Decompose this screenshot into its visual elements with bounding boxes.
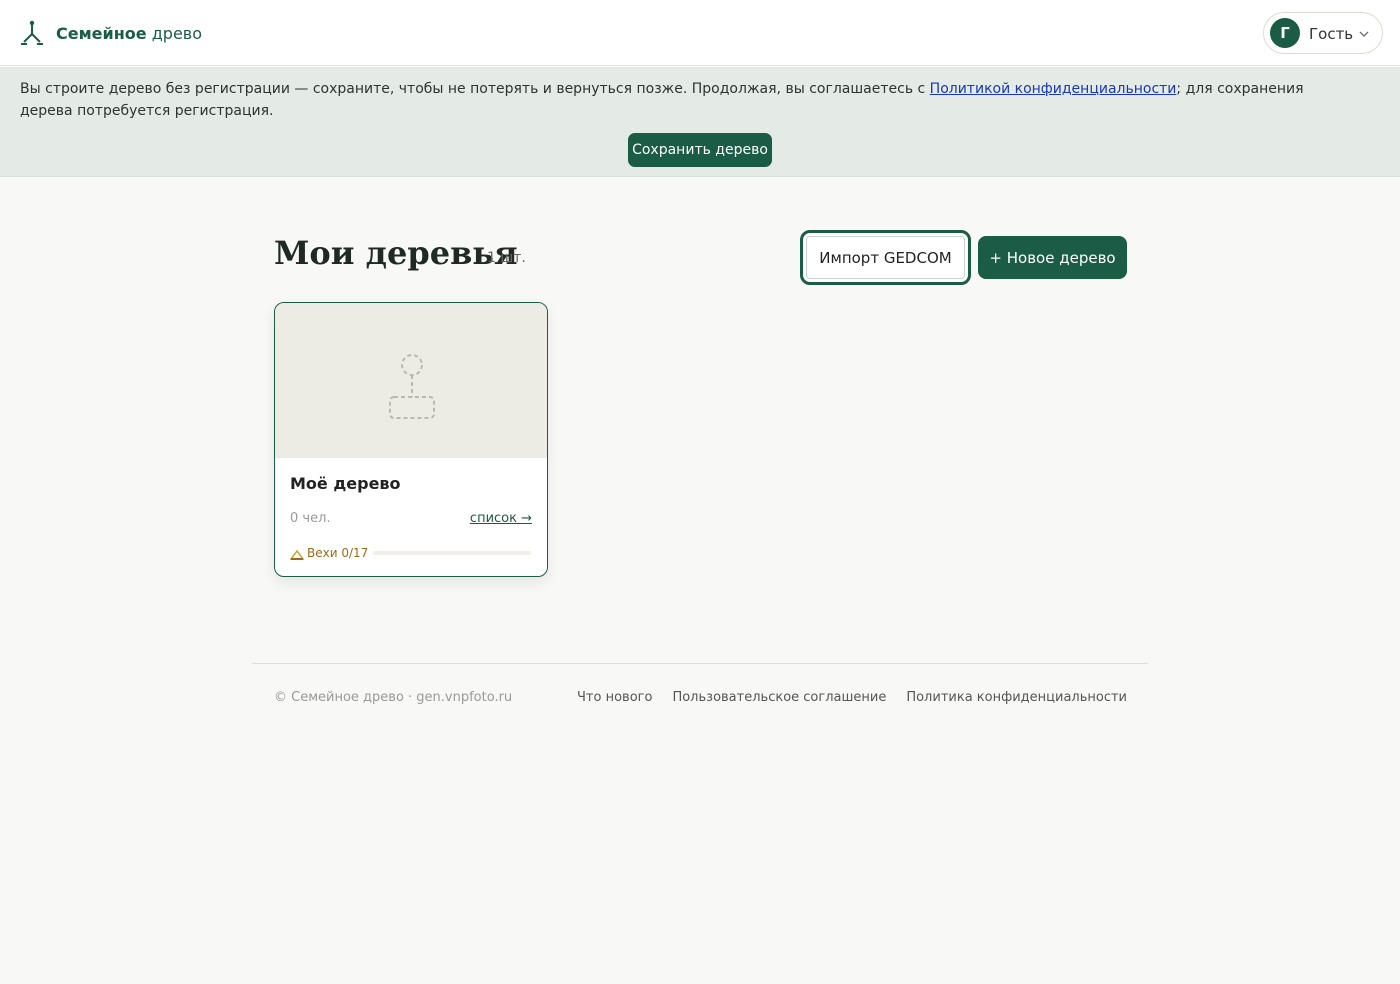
page-title: Мои деревья: [274, 234, 518, 272]
tree-logo-icon[interactable]: [20, 20, 44, 46]
save-tree-button[interactable]: Сохранить дерево: [628, 133, 772, 167]
footer-privacy-link[interactable]: Политика конфиденциальности: [906, 690, 1127, 705]
user-agreement-link[interactable]: Пользовательское соглашение: [672, 690, 886, 705]
tree-card[interactable]: Моё дерево 0 чел. список → Вехи 0/17: [274, 302, 548, 577]
tree-title[interactable]: Моё дерево: [290, 474, 401, 493]
import-gedcom-button[interactable]: Импорт GEDCOM: [800, 230, 971, 285]
app-logo-text[interactable]: Семейное древо: [56, 24, 202, 43]
tree-list-link[interactable]: список →: [470, 511, 532, 526]
milestones-progress-bar: [373, 551, 531, 555]
chevron-down-icon: [1359, 31, 1369, 38]
privacy-policy-link[interactable]: Политикой конфиденциальности: [930, 81, 1177, 97]
new-tree-button[interactable]: + Новое дерево: [978, 236, 1127, 279]
guest-notice-banner: Вы строите дерево без регистрации — сохр…: [0, 67, 1400, 177]
footer-copyright: © Семейное древо · gen.vnpfoto.ru: [274, 690, 513, 705]
whats-new-link[interactable]: Что нового: [577, 690, 652, 705]
milestone-icon: [290, 549, 304, 560]
banner-text: Вы строите дерево без регистрации — сохр…: [20, 81, 1304, 119]
empty-tree-placeholder-icon: [389, 354, 435, 419]
milestones-label: Вехи 0/17: [307, 546, 369, 560]
footer-divider: [252, 663, 1148, 664]
tree-people-count: 0 чел.: [290, 511, 331, 526]
tree-count: 1 шт.: [487, 250, 526, 266]
tree-preview: [275, 303, 547, 458]
footer-links: Что нового Пользовательское соглашение П…: [577, 690, 1127, 705]
user-name: Гость: [1309, 25, 1354, 43]
avatar: Г: [1270, 18, 1300, 48]
top-header: Семейное древо Г Гость: [0, 0, 1400, 66]
user-menu-button[interactable]: Г Гость: [1263, 12, 1383, 54]
